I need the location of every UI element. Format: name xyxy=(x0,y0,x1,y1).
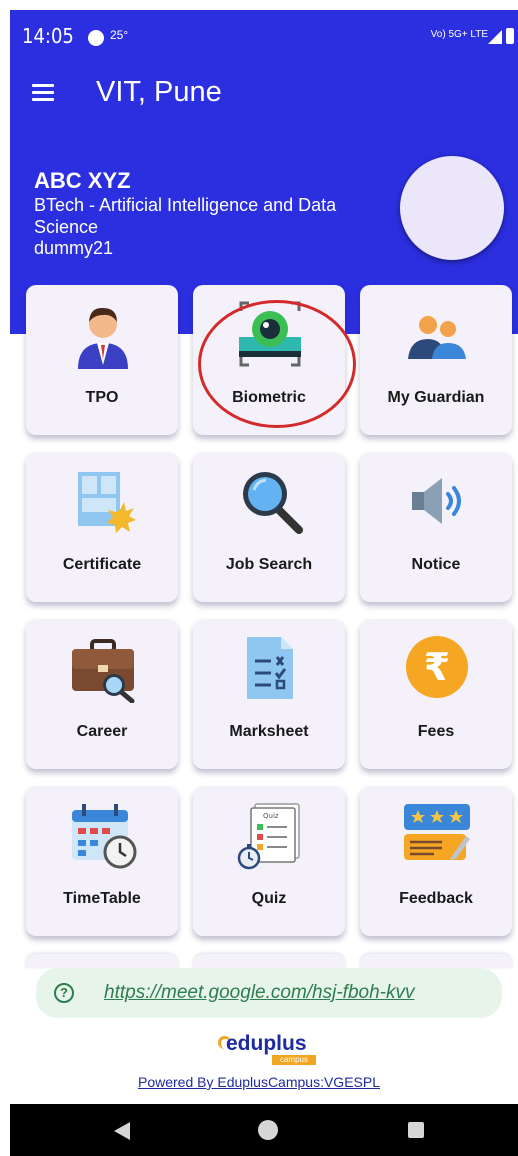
quiz-icon: Quiz xyxy=(237,803,300,870)
briefcase-icon xyxy=(72,639,135,703)
tile-quiz[interactable]: Quiz Quiz xyxy=(193,786,345,936)
back-icon[interactable] xyxy=(114,1122,130,1140)
record-dot-icon xyxy=(88,30,104,46)
people-icon xyxy=(408,316,466,359)
rupee-icon: ₹ xyxy=(406,636,468,698)
tile-biometric[interactable]: Biometric xyxy=(193,285,345,435)
certificate-icon xyxy=(78,472,136,533)
tile-partial xyxy=(193,954,345,968)
network-label: Vo) 5G+ LTE xyxy=(430,29,488,40)
powered-by-link[interactable]: Powered By EduplusCampus:VGESPL xyxy=(0,1074,518,1090)
avatar[interactable] xyxy=(400,156,504,260)
tile-tpo[interactable]: TPO xyxy=(26,285,178,435)
recents-icon[interactable] xyxy=(408,1122,424,1138)
status-bar: 14:05 25° Vo) 5G+ LTE xyxy=(10,10,518,58)
tile-label: Career xyxy=(76,723,128,740)
magnifier-icon xyxy=(243,472,303,534)
tile-label: Marksheet xyxy=(229,723,309,740)
tile-my-guardian[interactable]: My Guardian xyxy=(360,285,512,435)
signal-icon xyxy=(488,30,502,44)
status-time: 14:05 xyxy=(22,24,74,48)
tile-label: Job Search xyxy=(225,556,313,573)
tile-label: TimeTable xyxy=(63,890,141,907)
tile-career[interactable]: Career xyxy=(26,619,178,769)
meeting-link-bar[interactable]: ? https://meet.google.com/hsj-fboh-kvv xyxy=(36,968,502,1018)
tile-label: Biometric xyxy=(232,389,306,406)
tile-label: Quiz xyxy=(251,890,287,907)
system-nav-bar xyxy=(10,1104,518,1156)
logo-sub-text: campus xyxy=(272,1055,316,1065)
tile-label: My Guardian xyxy=(387,389,485,406)
tile-label: Notice xyxy=(411,556,461,573)
tile-label: TPO xyxy=(85,389,119,406)
svg-text:₹: ₹ xyxy=(424,645,450,689)
tile-marksheet[interactable]: Marksheet xyxy=(193,619,345,769)
tile-label: Certificate xyxy=(62,556,142,573)
tile-fees[interactable]: ₹ Fees xyxy=(360,619,512,769)
speaker-icon xyxy=(412,478,461,524)
eye-scan-icon xyxy=(239,301,301,367)
person-tie-icon xyxy=(78,307,128,369)
marksheet-icon xyxy=(247,637,293,699)
tile-notice[interactable]: Notice xyxy=(360,452,512,602)
tile-timetable[interactable]: TimeTable xyxy=(26,786,178,936)
tile-partial xyxy=(26,954,178,968)
tile-job-search[interactable]: Job Search xyxy=(193,452,345,602)
home-icon[interactable] xyxy=(258,1120,278,1140)
tile-label: Fees xyxy=(417,723,455,740)
svg-text:Quiz: Quiz xyxy=(263,812,279,820)
help-circle-icon: ? xyxy=(54,983,74,1003)
profile-name: ABC XYZ xyxy=(34,168,131,193)
page-title: VIT, Pune xyxy=(96,76,222,108)
battery-icon xyxy=(506,28,514,44)
tile-certificate[interactable]: Certificate xyxy=(26,452,178,602)
tile-label: Feedback xyxy=(399,890,473,907)
status-temperature: 25° xyxy=(110,28,129,42)
calendar-clock-icon xyxy=(72,804,137,869)
feedback-icon xyxy=(404,804,470,860)
hamburger-icon[interactable] xyxy=(32,84,54,102)
profile-program: BTech - Artificial Intelligence and Data… xyxy=(34,195,337,237)
meeting-link[interactable]: https://meet.google.com/hsj-fboh-kvv xyxy=(104,982,414,1004)
profile-user-id: dummy21 xyxy=(34,238,114,258)
tile-feedback[interactable]: Feedback xyxy=(360,786,512,936)
eduplus-logo: eduplus campus xyxy=(218,1032,318,1068)
logo-main-text: eduplus xyxy=(226,1032,307,1055)
tile-partial xyxy=(360,954,512,968)
